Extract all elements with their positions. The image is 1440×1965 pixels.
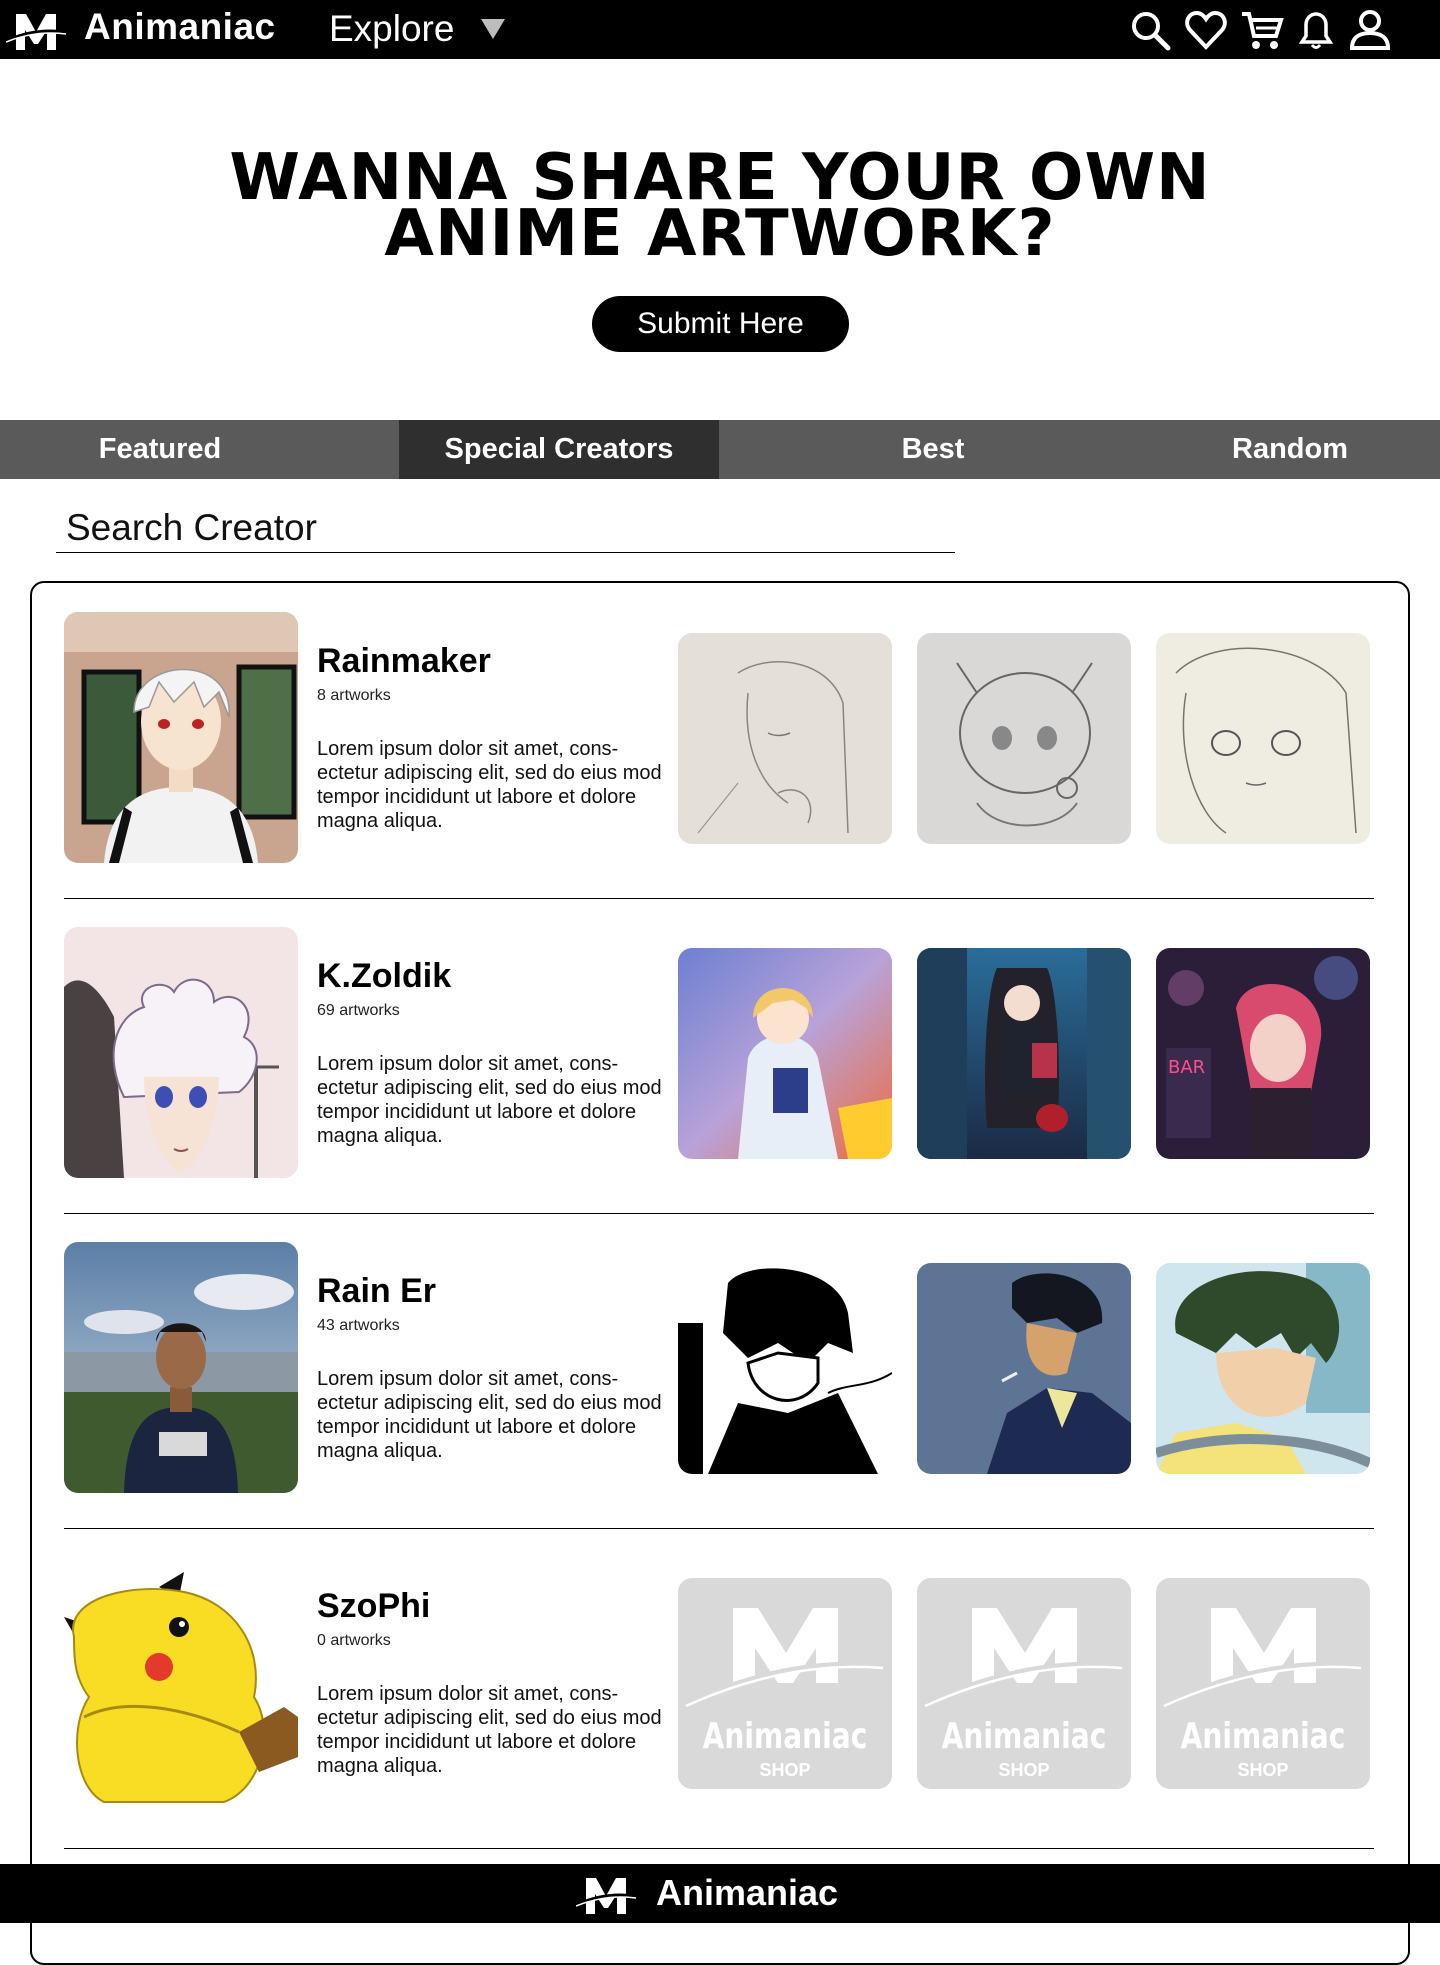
placeholder-thumbnail[interactable]: Animaniac SHOP (1156, 1578, 1370, 1789)
creator-artwork-count: 8 artworks (317, 687, 391, 704)
creator-avatar[interactable] (64, 612, 298, 863)
artwork-thumbnail[interactable] (678, 633, 892, 844)
creator-description: Lorem ipsum dolor sit amet, cons-ectetur… (317, 1683, 662, 1777)
placeholder-sub: SHOP (759, 1760, 811, 1780)
creator-artwork-count: 43 artworks (317, 1317, 400, 1334)
search-creator-input[interactable]: Search Creator (66, 507, 317, 549)
creator-row[interactable]: K.Zoldik 69 artworks Lorem ipsum dolor s… (32, 898, 1408, 1214)
creator-description: Lorem ipsum dolor sit amet, cons-ectetur… (317, 738, 662, 832)
creator-row[interactable]: Rainmaker 8 artworks Lorem ipsum dolor s… (32, 583, 1408, 899)
placeholder-sub: SHOP (1237, 1760, 1289, 1780)
artwork-thumbnail[interactable] (917, 948, 1131, 1159)
placeholder-thumbnail[interactable]: Animaniac SHOP (917, 1578, 1131, 1789)
hero-heading-line-2: ANIME ARTWORK? (384, 197, 1056, 271)
footer: Animaniac (0, 1864, 1440, 1923)
creator-avatar[interactable] (64, 1557, 298, 1808)
creator-name[interactable]: K.Zoldik (317, 957, 451, 996)
brand-name[interactable]: Animaniac (84, 6, 276, 48)
cart-icon[interactable] (1240, 8, 1284, 52)
creator-artwork-count: 69 artworks (317, 1002, 400, 1019)
animaniac-logo-icon[interactable] (576, 1870, 636, 1918)
animaniac-logo-icon[interactable] (6, 6, 66, 54)
artwork-thumbnail[interactable] (1156, 1263, 1370, 1474)
placeholder-thumbnail[interactable]: Animaniac SHOP (678, 1578, 892, 1789)
creator-description: Lorem ipsum dolor sit amet, cons-ectetur… (317, 1368, 662, 1462)
artwork-thumbnail[interactable] (917, 633, 1131, 844)
top-navbar: Animaniac Explore (0, 0, 1440, 59)
artwork-thumbnail[interactable] (678, 948, 892, 1159)
artwork-thumbnail[interactable] (678, 1263, 892, 1474)
artwork-thumbnail[interactable]: BAR (1156, 948, 1370, 1159)
placeholder-brand: Animaniac (941, 1716, 1107, 1757)
hero-heading: WANNA SHARE YOUR OWN ANIME ARTWORK? (0, 146, 1440, 271)
artwork-thumbnail[interactable] (1156, 633, 1370, 844)
placeholder-sub: SHOP (998, 1760, 1050, 1780)
row-divider (64, 1848, 1374, 1849)
bell-icon[interactable] (1294, 8, 1338, 52)
creator-description: Lorem ipsum dolor sit amet, cons-ectetur… (317, 1053, 662, 1147)
creator-row[interactable]: SzoPhi 0 artworks Lorem ipsum dolor sit … (32, 1528, 1408, 1849)
svg-text:BAR: BAR (1168, 1057, 1205, 1078)
artwork-thumbnail[interactable] (917, 1263, 1131, 1474)
category-tabbar: Featured Special Creators Best Random (0, 420, 1440, 479)
tab-best[interactable]: Best (773, 420, 1093, 479)
animaniac-logo-icon (1163, 1608, 1362, 1708)
creator-name[interactable]: SzoPhi (317, 1587, 430, 1626)
creator-name[interactable]: Rainmaker (317, 642, 491, 681)
animaniac-logo-icon (924, 1608, 1123, 1708)
user-icon[interactable] (1348, 8, 1392, 52)
creator-row[interactable]: Rain Er 43 artworks Lorem ipsum dolor si… (32, 1213, 1408, 1529)
search-underline (56, 552, 955, 553)
tab-special-creators[interactable]: Special Creators (399, 420, 719, 479)
search-icon[interactable] (1128, 8, 1172, 52)
tab-featured[interactable]: Featured (0, 420, 320, 479)
creator-avatar[interactable] (64, 1242, 298, 1493)
creator-name[interactable]: Rain Er (317, 1272, 436, 1311)
creator-artwork-count: 0 artworks (317, 1632, 391, 1649)
tab-random[interactable]: Random (1130, 420, 1440, 479)
creator-avatar[interactable] (64, 927, 298, 1178)
animaniac-logo-icon (685, 1608, 884, 1708)
footer-brand-name[interactable]: Animaniac (656, 1872, 838, 1914)
creators-card: Rainmaker 8 artworks Lorem ipsum dolor s… (30, 581, 1410, 1965)
heart-icon[interactable] (1184, 8, 1228, 52)
explore-menu[interactable]: Explore (329, 8, 454, 50)
placeholder-brand: Animaniac (1180, 1716, 1346, 1757)
placeholder-brand: Animaniac (702, 1716, 868, 1757)
caret-down-icon[interactable] (479, 15, 507, 41)
submit-artwork-button[interactable]: Submit Here (592, 296, 849, 352)
